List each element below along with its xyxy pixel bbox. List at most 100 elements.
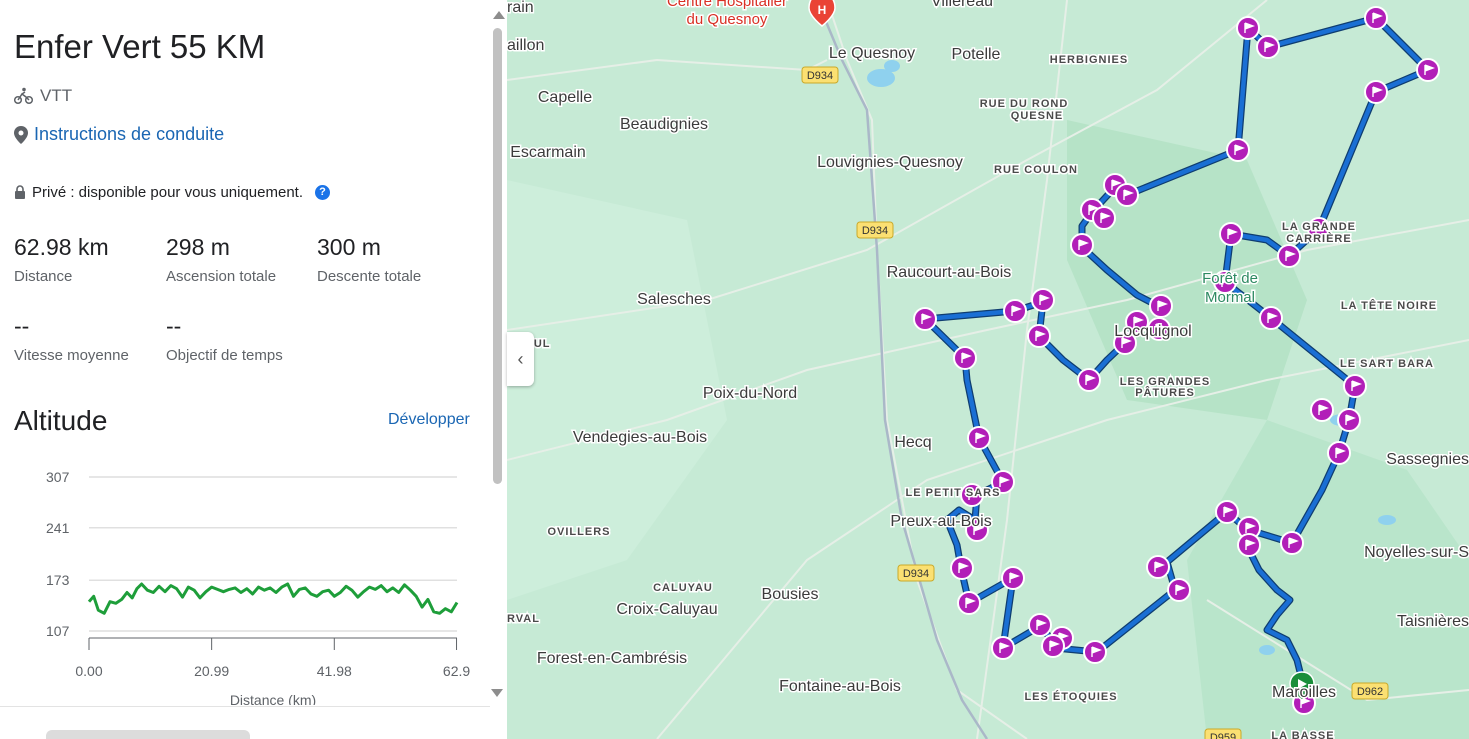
road-number-label: D959: [1210, 732, 1236, 739]
waypoint-marker[interactable]: [913, 307, 937, 331]
waypoint-marker[interactable]: [1041, 634, 1065, 658]
waypoint-marker[interactable]: [1003, 299, 1027, 323]
place-label: LES ÉTOQUIES: [1024, 690, 1117, 703]
waypoint-marker[interactable]: [957, 591, 981, 615]
scroll-down-icon[interactable]: [491, 689, 503, 697]
place-label: RVAL: [507, 613, 540, 625]
place-label: Mormal: [1205, 289, 1255, 306]
help-icon[interactable]: ?: [315, 185, 330, 200]
place-label: HERBIGNIES: [1050, 54, 1128, 66]
scrollbar-thumb[interactable]: [493, 28, 502, 484]
waypoint-marker[interactable]: [1364, 6, 1388, 30]
waypoint-marker[interactable]: [1280, 531, 1304, 555]
waypoint-marker[interactable]: [1416, 58, 1440, 82]
place-label: RUE DU ROND: [980, 98, 1069, 110]
waypoint-marker[interactable]: [1167, 578, 1191, 602]
waypoint-marker[interactable]: [1236, 16, 1260, 40]
place-label: CARRIÈRE: [1286, 232, 1351, 245]
privacy-label: Privé : disponible pour vous uniquement.: [32, 184, 303, 201]
directions-link-label[interactable]: Instructions de conduite: [34, 124, 224, 145]
waypoint-marker[interactable]: [1083, 640, 1107, 664]
place-label: LA BASSE: [1271, 730, 1334, 739]
waypoint-marker[interactable]: [1364, 80, 1388, 104]
place-label: Escarmain: [510, 144, 586, 161]
waypoint-marker[interactable]: [1226, 138, 1250, 162]
place-label: OVILLERS: [547, 526, 610, 538]
road-number-label: D934: [903, 568, 929, 580]
waypoint-marker[interactable]: [1259, 306, 1283, 330]
place-label: LE SART BARA: [1340, 358, 1434, 370]
privacy-status: Privé : disponible pour vous uniquement.…: [14, 184, 330, 201]
place-label: Forest-en-Cambrésis: [537, 650, 687, 667]
stat-ascent: 298 m Ascension totale: [166, 234, 276, 285]
activity-type: VTT: [14, 86, 72, 106]
road-number-label: D934: [807, 70, 833, 82]
stat-value: 62.98 km: [14, 234, 109, 260]
waypoint-marker[interactable]: [1327, 441, 1351, 465]
waypoint-marker[interactable]: [991, 636, 1015, 660]
place-label: Bousies: [762, 586, 819, 603]
waypoint-marker[interactable]: [1115, 183, 1139, 207]
waypoint-marker[interactable]: [1027, 324, 1051, 348]
map-canvas[interactable]: H Centre Hospitalierdu Quesnoy Villereau Le…: [507, 0, 1469, 739]
stat-label: Objectif de temps: [166, 347, 283, 364]
waypoint-marker[interactable]: [950, 556, 974, 580]
x-axis-title: Distance (km): [230, 692, 316, 705]
waypoint-marker[interactable]: [1337, 408, 1361, 432]
directions-link[interactable]: Instructions de conduite: [14, 124, 224, 145]
place-label: LE PETIT SARS: [906, 487, 1001, 499]
stat-value: --: [166, 313, 182, 339]
road-number-label: D934: [862, 225, 888, 237]
place-label: CALUYAU: [653, 582, 713, 594]
waypoint-marker[interactable]: [1077, 368, 1101, 392]
stat-label: Vitesse moyenne: [14, 347, 129, 364]
waypoint-marker[interactable]: [1031, 288, 1055, 312]
waypoint-marker[interactable]: [1310, 398, 1334, 422]
map-view[interactable]: H Centre Hospitalier du Quesnoy Villereau Le…: [507, 0, 1469, 739]
stat-value: --: [14, 313, 30, 339]
lake: [1378, 515, 1396, 525]
stat-label: Ascension totale: [166, 268, 277, 285]
waypoint-marker[interactable]: [953, 346, 977, 370]
place-label: du Quesnoy: [687, 11, 768, 28]
bottom-action-button[interactable]: [46, 730, 250, 739]
place-label: Villereau: [931, 0, 993, 10]
stat-time-goal: -- Objectif de temps: [166, 313, 283, 364]
place-label: Beaudignies: [620, 116, 708, 133]
place-label: LA GRANDE: [1282, 221, 1356, 233]
waypoint-marker[interactable]: [1001, 566, 1025, 590]
waypoint-marker[interactable]: [1237, 533, 1261, 557]
road-number-badge: D959: [1204, 728, 1242, 739]
road-number-badge: D934: [897, 564, 935, 582]
waypoint-marker[interactable]: [1215, 500, 1239, 524]
scroll-up-icon[interactable]: [493, 11, 505, 19]
waypoint-marker[interactable]: [1219, 222, 1243, 246]
activity-type-label: VTT: [40, 86, 73, 105]
waypoint-marker[interactable]: [1092, 206, 1116, 230]
place-label: Le Quesnoy: [829, 45, 915, 62]
waypoint-marker[interactable]: [1343, 374, 1367, 398]
waypoint-marker[interactable]: [967, 426, 991, 450]
stat-label: Descente totale: [317, 268, 422, 285]
collapse-panel-button[interactable]: ‹: [507, 332, 534, 386]
place-label: Croix-Caluyau: [616, 601, 717, 618]
lock-icon: [15, 185, 25, 199]
waypoint-marker[interactable]: [1277, 244, 1301, 268]
waypoint-marker[interactable]: [1256, 35, 1280, 59]
waypoint-marker[interactable]: [1028, 613, 1052, 637]
waypoint-marker[interactable]: [1070, 233, 1094, 257]
place-label: Louvignies-Quesnoy: [817, 154, 963, 171]
elevation-chart: 307 241 173 107 0.00 20.99 41.98 62.9 Distance (…: [46, 469, 470, 705]
place-label: Salesches: [637, 291, 711, 308]
chevron-left-icon: ‹: [517, 348, 524, 369]
expand-elevation-button[interactable]: Développer: [388, 411, 470, 429]
road-number-badge: D934: [856, 221, 894, 239]
waypoint-marker[interactable]: [1146, 555, 1170, 579]
elevation-line: [87, 582, 459, 615]
x-tick-label: 20.99: [194, 663, 229, 679]
place-label: Centre Hospitalier: [667, 0, 787, 10]
x-tick-label: 41.98: [317, 663, 352, 679]
road-number-label: D962: [1357, 686, 1383, 698]
location-pin-icon: [14, 125, 28, 144]
waypoint-marker[interactable]: [1149, 294, 1173, 318]
